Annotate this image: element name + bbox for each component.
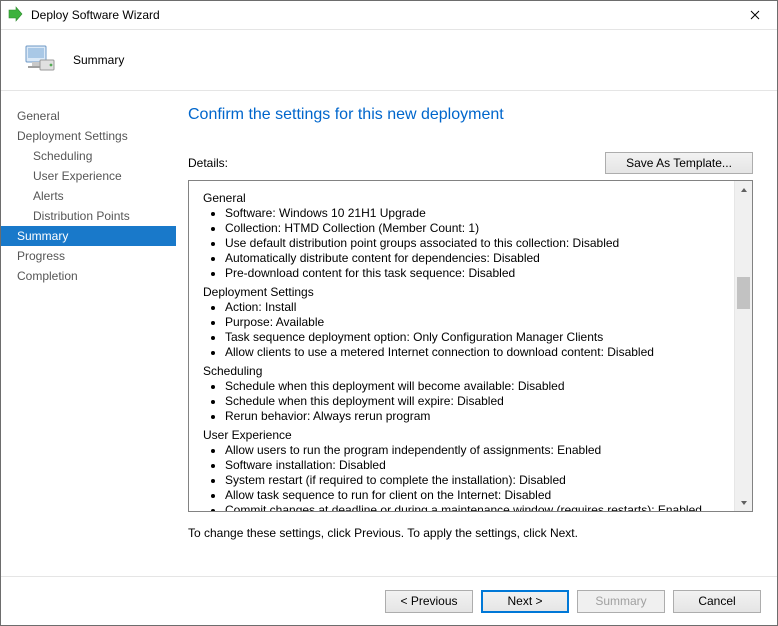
wizard-body: General Deployment Settings Scheduling U…: [1, 90, 777, 577]
titlebar: Deploy Software Wizard: [1, 1, 777, 30]
summary-button: Summary: [577, 590, 665, 613]
nav-sidebar: General Deployment Settings Scheduling U…: [1, 90, 176, 577]
save-as-template-button[interactable]: Save As Template...: [605, 152, 753, 174]
nav-deployment-settings[interactable]: Deployment Settings: [1, 126, 176, 146]
details-label: Details:: [188, 156, 605, 170]
details-box: GeneralSoftware: Windows 10 21H1 Upgrade…: [188, 180, 753, 512]
scrollbar-track[interactable]: [734, 181, 752, 511]
window-title: Deploy Software Wizard: [23, 8, 733, 22]
details-item: Collection: HTMD Collection (Member Coun…: [225, 221, 727, 236]
details-section-title: Scheduling: [203, 364, 727, 379]
details-item: Action: Install: [225, 300, 727, 315]
next-button[interactable]: Next >: [481, 590, 569, 613]
details-item: Pre-download content for this task seque…: [225, 266, 727, 281]
details-section-list: Schedule when this deployment will becom…: [203, 379, 727, 424]
details-section-list: Allow users to run the program independe…: [203, 443, 727, 511]
hint-text: To change these settings, click Previous…: [188, 526, 753, 540]
scroll-thumb[interactable]: [737, 277, 750, 309]
details-item: Task sequence deployment option: Only Co…: [225, 330, 727, 345]
nav-scheduling[interactable]: Scheduling: [1, 146, 176, 166]
app-icon: [1, 6, 23, 25]
main-panel: Confirm the settings for this new deploy…: [176, 90, 777, 577]
details-item: Purpose: Available: [225, 315, 727, 330]
nav-completion[interactable]: Completion: [1, 266, 176, 286]
wizard-footer: < Previous Next > Summary Cancel: [1, 576, 777, 625]
nav-summary[interactable]: Summary: [1, 226, 176, 246]
cancel-button[interactable]: Cancel: [673, 590, 761, 613]
wizard-header: Summary: [1, 30, 777, 91]
details-item: Software installation: Disabled: [225, 458, 727, 473]
details-section-title: General: [203, 191, 727, 206]
details-item: Allow clients to use a metered Internet …: [225, 345, 727, 360]
details-item: Allow users to run the program independe…: [225, 443, 727, 458]
close-button[interactable]: [733, 1, 777, 29]
nav-distribution-points[interactable]: Distribution Points: [1, 206, 176, 226]
details-item: Use default distribution point groups as…: [225, 236, 727, 251]
nav-general[interactable]: General: [1, 106, 176, 126]
scroll-up-button[interactable]: [735, 181, 752, 198]
details-section-list: Action: InstallPurpose: AvailableTask se…: [203, 300, 727, 360]
wizard-window: Deploy Software Wizard Summary General D…: [0, 0, 778, 626]
details-item: System restart (if required to complete …: [225, 473, 727, 488]
details-item: Allow task sequence to run for client on…: [225, 488, 727, 503]
previous-button[interactable]: < Previous: [385, 590, 473, 613]
details-section-title: Deployment Settings: [203, 285, 727, 300]
details-content: GeneralSoftware: Windows 10 21H1 Upgrade…: [189, 181, 735, 511]
scroll-down-button[interactable]: [735, 494, 752, 511]
page-title: Confirm the settings for this new deploy…: [188, 106, 753, 124]
header-page-name: Summary: [73, 53, 124, 67]
details-header-row: Details: Save As Template...: [188, 152, 753, 174]
details-item: Schedule when this deployment will becom…: [225, 379, 727, 394]
details-section-list: Software: Windows 10 21H1 UpgradeCollect…: [203, 206, 727, 281]
details-item: Software: Windows 10 21H1 Upgrade: [225, 206, 727, 221]
nav-progress[interactable]: Progress: [1, 246, 176, 266]
details-section-title: User Experience: [203, 428, 727, 443]
details-item: Commit changes at deadline or during a m…: [225, 503, 727, 511]
details-item: Schedule when this deployment will expir…: [225, 394, 727, 409]
details-item: Automatically distribute content for dep…: [225, 251, 727, 266]
details-item: Rerun behavior: Always rerun program: [225, 409, 727, 424]
nav-alerts[interactable]: Alerts: [1, 186, 176, 206]
nav-user-experience[interactable]: User Experience: [1, 166, 176, 186]
wizard-header-icon: [15, 40, 61, 80]
